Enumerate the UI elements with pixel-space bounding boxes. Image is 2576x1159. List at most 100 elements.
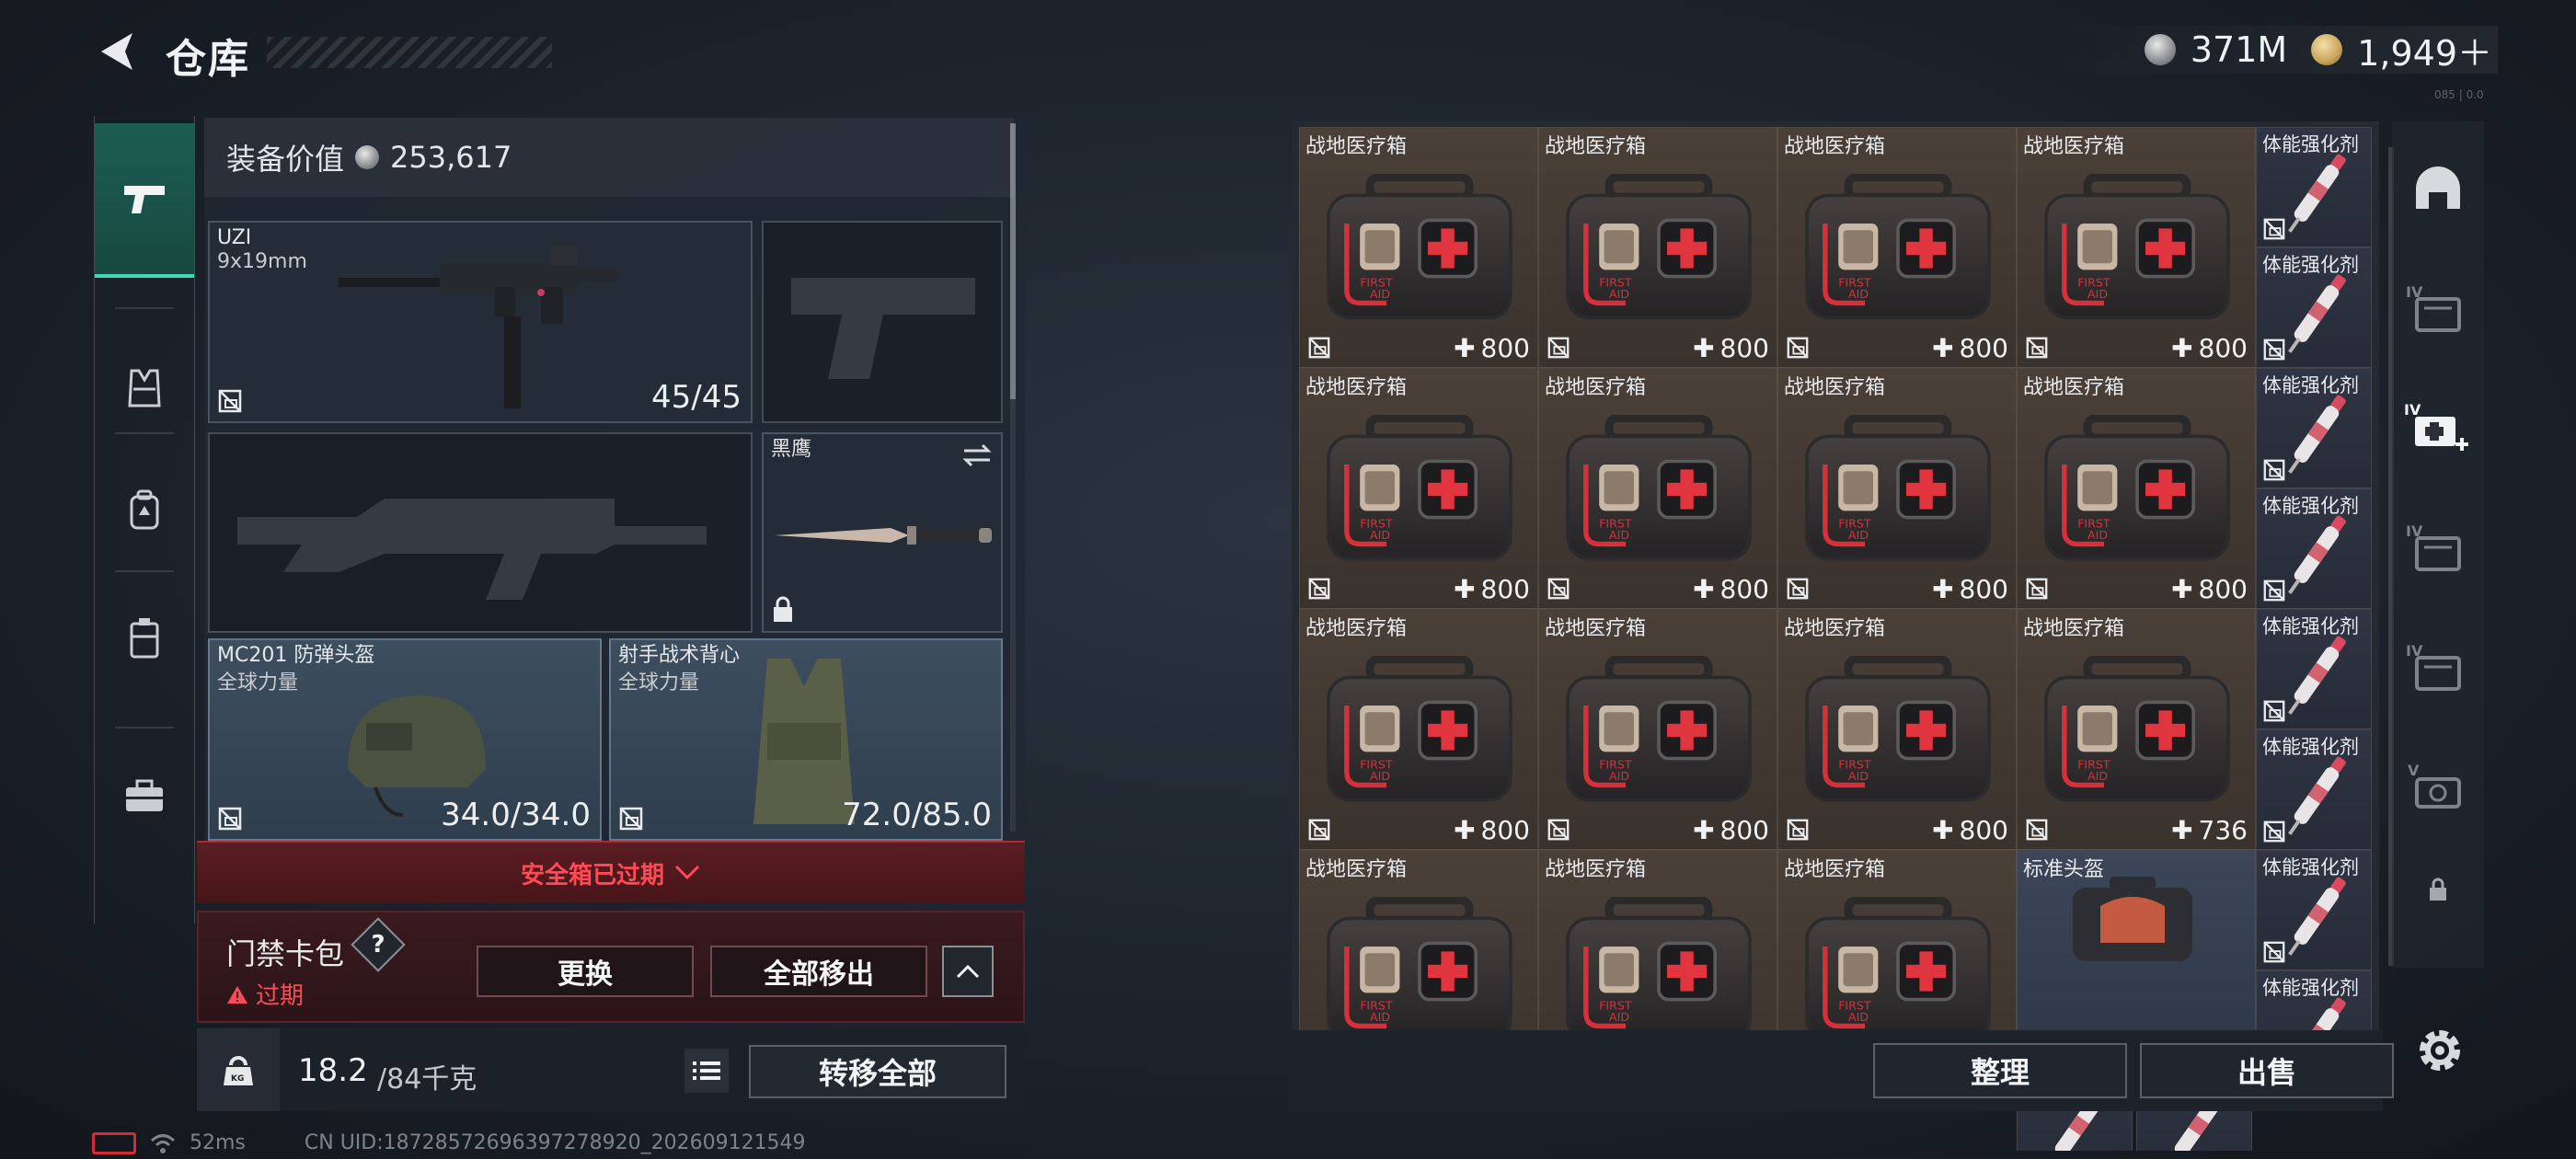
helmet-name: MC201 防弹头盔 [217,644,375,667]
medkit-image [1559,174,1758,323]
iv-storage-icon: IV [2406,642,2461,691]
knife-image [775,526,992,545]
tool-helmet-slot[interactable] [2392,129,2484,248]
replace-button[interactable]: 更换 [477,946,694,997]
item-amount-value: 800 [1719,815,1769,845]
no-drop-icon [2262,217,2286,241]
back-arrow-icon[interactable] [92,26,144,77]
pistol-slot[interactable] [762,221,1003,423]
item-amount-value: 800 [1719,574,1769,604]
list-view-button[interactable] [684,1049,729,1093]
item-name: 战地医疗箱 [1305,858,1408,881]
booster-cell[interactable]: 体能强化剂 [2256,609,2372,729]
melee-slot[interactable]: 黑鹰 [762,432,1003,633]
vest-brand: 全球力量 [618,671,700,694]
tool-iv-storage-3[interactable]: IV [2392,607,2484,727]
loadout-scroll-thumb[interactable] [1010,123,1016,399]
gold-currency-value[interactable]: 1,949＋ [2357,25,2492,75]
item-name: 战地医疗箱 [1545,376,1647,399]
medkit-cell[interactable]: 战地医疗箱 ✚ 800 [1538,368,1777,609]
gold-coin-icon [2311,34,2343,65]
medkit-cell[interactable]: 战地医疗箱 ✚ 800 [1777,368,2017,609]
category-toolbox[interactable] [95,719,194,874]
gear-icon[interactable] [2410,1021,2469,1080]
rifle-silhouette-icon [237,499,707,600]
secondary-weapon-slot[interactable] [208,432,753,633]
helmet-slot-icon [2416,166,2460,209]
svg-text:IV: IV [2404,401,2421,419]
medkit-cell[interactable]: 战地医疗箱 ✚ 736 [2017,609,2256,850]
booster-cell[interactable]: 体能强化剂 [2256,729,2372,850]
no-drop-icon [1307,336,1331,360]
medkit-cell[interactable]: 战地医疗箱 ✚ 800 [2017,368,2256,609]
category-chest-rig[interactable] [95,561,194,716]
medkit-image [2038,415,2237,564]
swap-icon[interactable] [960,442,994,469]
no-drop-icon [2262,699,2286,723]
booster-image [2284,866,2349,967]
booster-cell[interactable]: 体能强化剂 [2256,247,2372,368]
medkit-cell[interactable]: 战地医疗箱 ✚ 800 [1777,127,2017,368]
tool-iv-medical-add[interactable]: IV [2392,368,2484,488]
booster-cell[interactable]: 体能强化剂 [2256,488,2372,609]
warning-icon [227,985,247,1004]
plus-icon: ✚ [1932,815,1954,845]
item-name: 战地医疗箱 [1305,376,1408,399]
medkit-image [1320,174,1519,323]
storage-footer: 整理 出售 [1288,1030,2394,1111]
collapse-button[interactable] [942,946,994,997]
lock-icon [2430,878,2446,901]
no-drop-icon [1307,577,1331,601]
wifi-icon [150,1133,176,1153]
help-icon[interactable]: ? [351,917,406,972]
medkit-cell[interactable]: 战地医疗箱 ✚ 800 [1777,609,2017,850]
medkit-cell[interactable]: 战地医疗箱 ✚ 800 [1299,127,1538,368]
item-name: 战地医疗箱 [1545,135,1647,158]
tool-strip: IV IV IV IV V [2392,121,2484,968]
sell-button[interactable]: 出售 [2140,1043,2394,1098]
tool-locked [2392,848,2484,931]
medkit-cell[interactable]: 战地医疗箱 ✚ 800 [1538,609,1777,850]
remove-all-button[interactable]: 全部移出 [710,946,927,997]
tool-iv-storage-2[interactable]: IV [2392,488,2484,607]
medkit-cell[interactable]: 战地医疗箱 ✚ 800 [1538,127,1777,368]
item-amount: ✚ 800 [1693,574,1769,604]
booster-image [2284,504,2349,605]
booster-cell[interactable]: 体能强化剂 [2256,368,2372,488]
equip-value: 253,617 [390,140,512,175]
sort-button[interactable]: 整理 [1873,1043,2127,1098]
booster-image [2284,263,2349,364]
safebox-expired-bar[interactable]: 安全箱已过期 [197,841,1025,903]
silver-coin-icon [2144,34,2176,65]
medkit-cell[interactable]: 战地医疗箱 ✚ 800 [2017,127,2256,368]
medkit-image [1559,415,1758,564]
category-weapons[interactable] [95,123,194,278]
booster-cell[interactable]: 体能强化剂 [2256,850,2372,970]
plus-icon: ✚ [1693,574,1715,604]
iv-storage-icon: IV [2406,522,2461,571]
list-icon [693,1061,720,1080]
tool-v-camera[interactable]: V [2392,727,2484,846]
booster-image [2284,625,2349,726]
plus-icon: ✚ [2171,333,2193,363]
vest-name: 射手战术背心 [618,644,741,667]
primary-weapon-slot[interactable]: UZI 9x19mm 45/45 [208,221,753,423]
pistol-silhouette-icon [791,278,975,379]
item-name: 战地医疗箱 [1305,135,1408,158]
item-name: 战地医疗箱 [1305,617,1408,640]
medkit-cell[interactable]: 战地医疗箱 ✚ 800 [1299,609,1538,850]
item-amount: ✚ 800 [1454,815,1530,845]
medkit-cell[interactable]: 战地医疗箱 ✚ 800 [1299,368,1538,609]
item-name: 战地医疗箱 [2023,376,2125,399]
melee-name: 黑鹰 [771,438,812,461]
tool-iv-storage-1[interactable]: IV [2392,248,2484,368]
vest-slot[interactable]: 射手战术背心 全球力量 72.0/85.0 [609,638,1003,841]
medkit-image [1559,897,1758,1046]
weight-current: 18.2 [298,1052,368,1089]
item-amount-value: 800 [2198,333,2248,363]
plus-icon: ✚ [1454,574,1476,604]
transfer-all-button[interactable]: 转移全部 [749,1045,1006,1098]
booster-cell[interactable]: 体能强化剂 [2256,127,2372,247]
item-amount: ✚ 800 [2171,333,2248,363]
helmet-slot[interactable]: MC201 防弹头盔 全球力量 34.0/34.0 [208,638,602,841]
